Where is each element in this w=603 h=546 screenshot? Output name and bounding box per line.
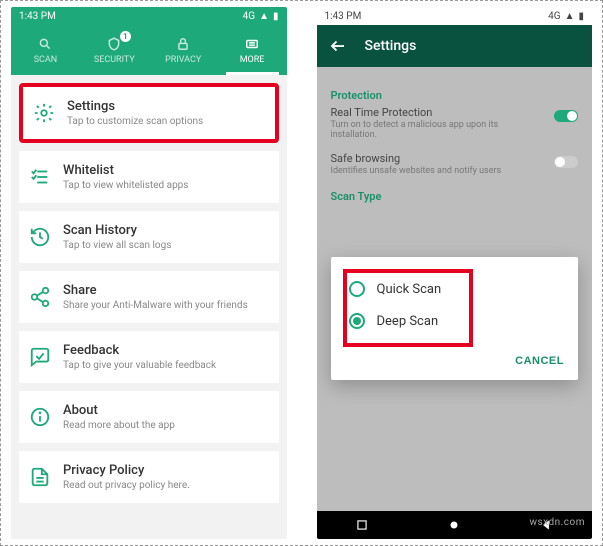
scan-type-dialog: Quick Scan Deep Scan CANCEL [331, 257, 579, 380]
row-realtime-protection[interactable]: Real Time Protection Turn on to detect a… [331, 106, 579, 140]
section-scantype: Scan Type [331, 190, 579, 203]
list-item-sub: Tap to view whitelisted apps [63, 180, 269, 191]
tab-scan[interactable]: SCAN [11, 25, 80, 75]
setting-label: Real Time Protection [331, 106, 579, 119]
battery-icon: ▮ [578, 11, 584, 22]
list-item-sub: Tap to give your valuable feedback [63, 360, 269, 371]
right-phone: 1:43 PM 4G ▲ ▮ Settings Protection Real … [317, 7, 593, 539]
status-icons: 4G ▲ ▮ [548, 11, 584, 22]
list-item-sub: Read out privacy policy here. [63, 480, 269, 491]
watermark: wsxdn.com [529, 517, 585, 528]
security-badge: 1 [120, 31, 131, 42]
network-label: 4G [548, 11, 560, 22]
more-icon [244, 36, 260, 52]
cancel-button[interactable]: CANCEL [515, 355, 564, 367]
list-item-title: Settings [67, 99, 265, 114]
signal-icon: ▲ [565, 11, 575, 22]
list-item-sub: Tap to customize scan options [67, 116, 265, 127]
back-icon[interactable] [329, 37, 347, 55]
status-bar: 1:43 PM 4G ▲ ▮ [11, 7, 287, 25]
lock-icon [175, 36, 191, 52]
setting-sub: Identifies unsafe websites and notify us… [331, 166, 511, 176]
list-check-icon [29, 166, 51, 188]
list-item-sub: Tap to view all scan logs [63, 240, 269, 251]
list-item-privacy-policy[interactable]: Privacy Policy Read out privacy policy h… [19, 451, 279, 503]
setting-sub: Turn on to detect a malicious app upon i… [331, 120, 511, 140]
list-item-title: Scan History [63, 223, 269, 238]
radio-label: Deep Scan [377, 314, 439, 329]
status-time: 1:43 PM [19, 11, 56, 22]
network-label: 4G [243, 11, 255, 22]
list-item-about[interactable]: About Read more about the app [19, 391, 279, 443]
radio-icon [349, 281, 365, 297]
list-item-sub: Read more about the app [63, 420, 269, 431]
settings-header: Settings [317, 25, 593, 67]
toggle-realtime[interactable] [554, 110, 578, 122]
status-time: 1:43 PM [325, 11, 362, 22]
list-item-history[interactable]: Scan History Tap to view all scan logs [19, 211, 279, 263]
tabs-header: SCAN 1 SECURITY PRIVACY MORE [11, 25, 287, 75]
radio-deep-scan[interactable]: Deep Scan [345, 305, 565, 337]
battery-icon: ▮ [273, 11, 279, 22]
info-icon [29, 406, 51, 428]
tab-label: SCAN [34, 55, 58, 65]
tab-security[interactable]: 1 SECURITY [80, 25, 149, 75]
share-icon [29, 286, 51, 308]
row-safe-browsing[interactable]: Safe browsing Identifies unsafe websites… [331, 152, 579, 176]
feedback-icon [29, 346, 51, 368]
list-item-title: Whitelist [63, 163, 269, 178]
section-protection: Protection [331, 89, 579, 102]
page-title: Settings [365, 38, 417, 54]
tab-label: MORE [240, 55, 265, 65]
status-icons: 4G ▲ ▮ [243, 11, 279, 22]
tab-privacy[interactable]: PRIVACY [149, 25, 218, 75]
list-item-title: About [63, 403, 269, 418]
more-list: Settings Tap to customize scan options W… [11, 75, 287, 511]
document-icon [29, 466, 51, 488]
signal-icon: ▲ [259, 11, 269, 22]
list-item-sub: Share your Anti-Malware with your friend… [63, 300, 269, 311]
setting-label: Safe browsing [331, 152, 579, 165]
status-bar: 1:43 PM 4G ▲ ▮ [317, 7, 593, 25]
tab-more[interactable]: MORE [218, 25, 287, 75]
radio-icon [349, 313, 365, 329]
radio-label: Quick Scan [377, 282, 442, 297]
list-item-settings[interactable]: Settings Tap to customize scan options [19, 83, 279, 143]
nav-home-icon[interactable] [447, 518, 461, 532]
tab-label: SECURITY [94, 55, 135, 65]
list-item-title: Feedback [63, 343, 269, 358]
list-item-share[interactable]: Share Share your Anti-Malware with your … [19, 271, 279, 323]
radio-quick-scan[interactable]: Quick Scan [345, 273, 565, 305]
list-item-whitelist[interactable]: Whitelist Tap to view whitelisted apps [19, 151, 279, 203]
search-icon [37, 36, 53, 52]
list-item-title: Privacy Policy [63, 463, 269, 478]
history-icon [29, 226, 51, 248]
toggle-safebrowsing[interactable] [554, 156, 578, 168]
gear-icon [33, 102, 55, 124]
tab-label: PRIVACY [165, 55, 201, 65]
list-item-title: Share [63, 283, 269, 298]
list-item-feedback[interactable]: Feedback Tap to give your valuable feedb… [19, 331, 279, 383]
left-phone: 1:43 PM 4G ▲ ▮ SCAN 1 SECURITY [11, 7, 287, 539]
nav-recents-icon[interactable] [355, 518, 369, 532]
settings-body: Protection Real Time Protection Turn on … [317, 67, 593, 511]
